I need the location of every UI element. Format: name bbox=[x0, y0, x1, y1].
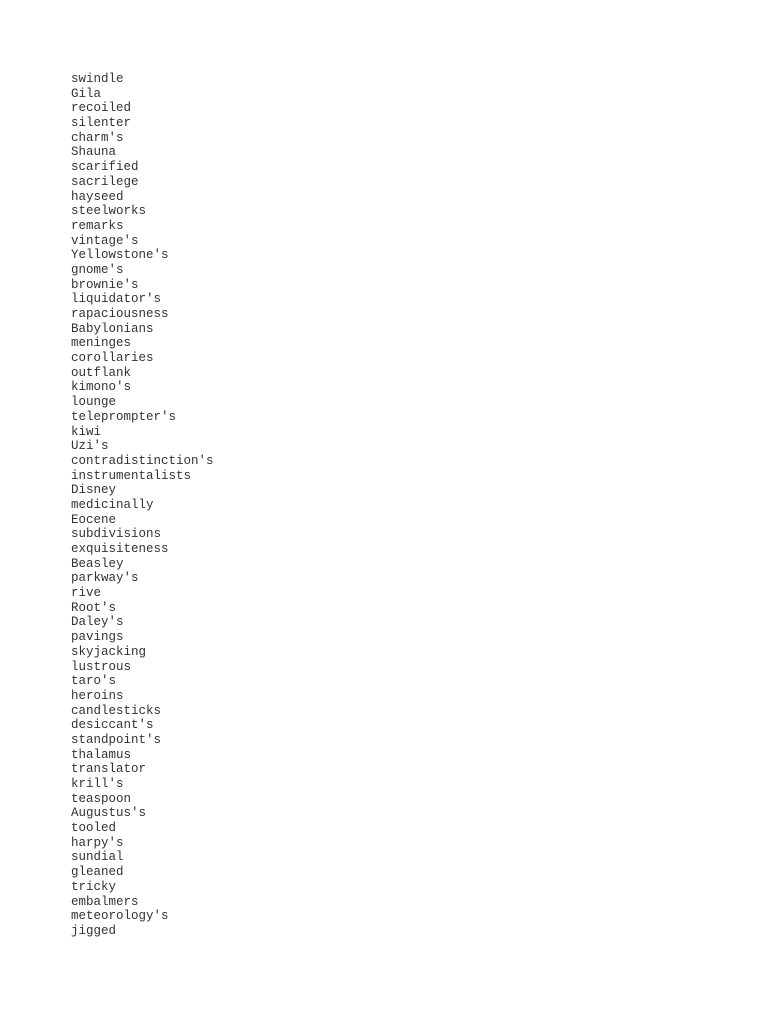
word-list-item: vintage's bbox=[71, 233, 139, 248]
word-list-item: lustrous bbox=[71, 659, 132, 674]
word-list-item: harpy's bbox=[71, 835, 124, 850]
word-list-item: thalamus bbox=[71, 747, 132, 762]
word-list-item: translator bbox=[71, 762, 147, 777]
word-list-item: silenter bbox=[71, 116, 132, 131]
word-list-item: Beasley bbox=[71, 556, 124, 571]
word-list: swindle Gila recoiled silenter charm's Shauna… bbox=[71, 72, 214, 939]
word-list-item: pavings bbox=[71, 630, 124, 645]
word-list-item: swindle bbox=[71, 72, 124, 86]
word-list-item: teaspoon bbox=[71, 791, 132, 806]
word-list-item: kimono's bbox=[71, 380, 132, 395]
word-list-item: rapaciousness bbox=[71, 307, 169, 321]
word-list-item: rive bbox=[71, 586, 102, 601]
word-list-item: Babylonians bbox=[71, 321, 154, 336]
word-list-item: candlesticks bbox=[71, 703, 162, 718]
word-list-item: embalmers bbox=[71, 894, 139, 909]
word-list-item: taro's bbox=[71, 674, 117, 689]
word-list-item: Augustus's bbox=[71, 806, 147, 821]
word-list-item: tooled bbox=[71, 821, 117, 836]
word-list-item: lounge bbox=[71, 395, 117, 410]
word-list-item: instrumentalists bbox=[71, 468, 192, 483]
word-list-item: teleprompter's bbox=[71, 409, 177, 424]
word-list-item: sundial bbox=[71, 850, 124, 865]
word-list-item: meninges bbox=[71, 336, 132, 351]
word-list-item: Gila bbox=[71, 86, 102, 101]
word-list-item: liquidator's bbox=[71, 292, 162, 307]
word-list-item: Yellowstone's bbox=[71, 248, 169, 263]
word-list-item: corollaries bbox=[71, 351, 154, 366]
word-list-item: subdivisions bbox=[71, 527, 162, 542]
word-list-item: medicinally bbox=[71, 497, 154, 512]
word-list-item: exquisiteness bbox=[71, 542, 169, 556]
word-list-item: contradistinction's bbox=[71, 453, 214, 468]
word-list-item: hayseed bbox=[71, 189, 124, 204]
word-list-item: sacrilege bbox=[71, 174, 139, 189]
word-list-item: meteorology's bbox=[71, 909, 169, 924]
word-list-item: steelworks bbox=[71, 204, 147, 219]
word-list-item: krill's bbox=[71, 777, 124, 791]
word-list-item: standpoint's bbox=[71, 732, 162, 747]
word-list-item: parkway's bbox=[71, 571, 139, 586]
word-list-item: scarified bbox=[71, 160, 139, 175]
word-list-item: gleaned bbox=[71, 865, 124, 880]
word-list-item: desiccant's bbox=[71, 718, 154, 733]
word-list-item: Uzi's bbox=[71, 439, 109, 454]
word-list-item: Disney bbox=[71, 483, 117, 498]
word-list-item: gnome's bbox=[71, 262, 124, 277]
word-list-item: charm's bbox=[71, 130, 124, 145]
word-list-item: brownie's bbox=[71, 277, 139, 292]
word-list-item: tricky bbox=[71, 879, 117, 894]
document-page: swindle Gila recoiled silenter charm's Shauna… bbox=[0, 0, 768, 1024]
word-list-item: kiwi bbox=[71, 424, 102, 439]
word-list-item: Root's bbox=[71, 600, 117, 615]
word-list-item: Daley's bbox=[71, 615, 124, 630]
word-list-item: heroins bbox=[71, 688, 124, 703]
word-list-item: Eocene bbox=[71, 512, 117, 527]
word-list-item: jigged bbox=[71, 923, 117, 938]
word-list-item: Shauna bbox=[71, 145, 117, 160]
word-list-item: outflank bbox=[71, 365, 132, 380]
word-list-item: remarks bbox=[71, 218, 124, 233]
word-list-item: recoiled bbox=[71, 101, 132, 116]
word-list-item: skyjacking bbox=[71, 644, 147, 659]
